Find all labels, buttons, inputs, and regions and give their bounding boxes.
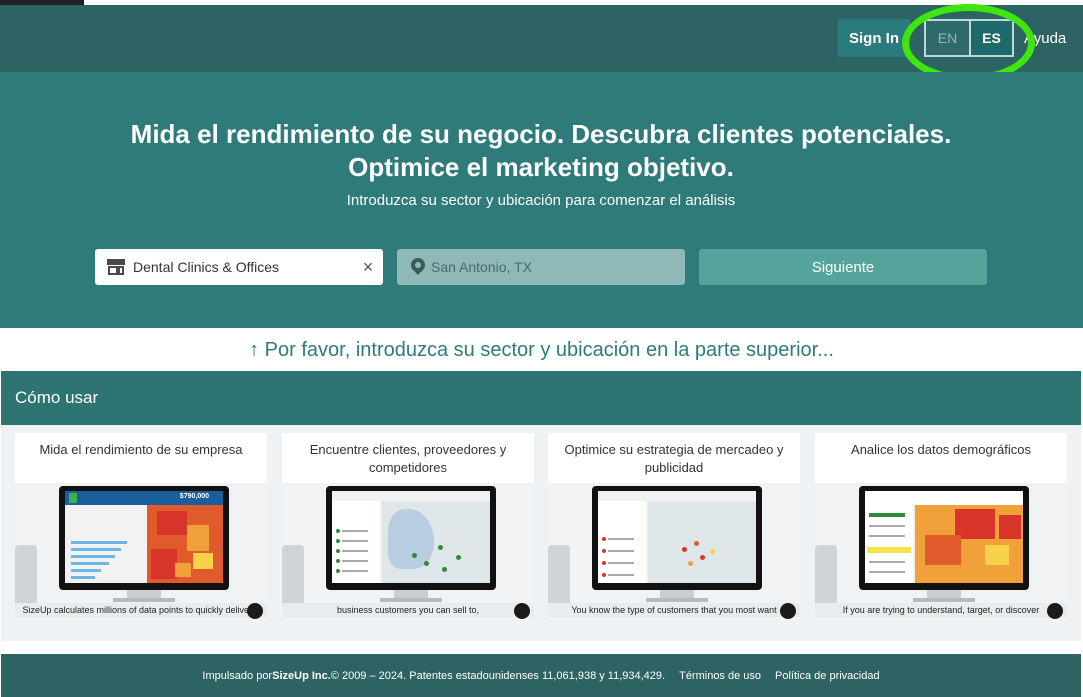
card-video-thumbnail[interactable]: If you are trying to understand, target,…	[815, 483, 1067, 625]
card-title: Encuentre clientes, proveedores y compet…	[309, 442, 507, 475]
footer-copyright: © 2009 – 2024. Patentes estadounidenses …	[330, 669, 666, 682]
footer: Impulsado por SizeUp Inc. © 2009 – 2024.…	[1, 654, 1081, 697]
input-prompt: ↑ Por favor, introduzca su sector y ubic…	[249, 339, 834, 361]
card-video-thumbnail[interactable]: business customers you can sell to,	[282, 483, 534, 625]
card-video-thumbnail[interactable]: You know the type of customers that you …	[548, 483, 800, 625]
howto-card-optimize[interactable]: Optimice su estrategia de mercadeo y pub…	[548, 433, 800, 625]
privacy-link[interactable]: Política de privacidad	[775, 670, 880, 682]
industry-field[interactable]: Dental Clinics & Offices ×	[95, 249, 383, 285]
screen-preview	[598, 491, 756, 583]
close-icon[interactable]: ×	[353, 257, 383, 278]
location-input[interactable]	[431, 259, 685, 275]
help-link[interactable]: Ayuda	[1024, 30, 1066, 47]
footer-powered-prefix: Impulsado por	[202, 669, 273, 682]
howto-card-measure[interactable]: Mida el rendimiento de su empresa $790,0…	[15, 433, 267, 625]
video-caption: If you are trying to understand, target,…	[815, 603, 1067, 617]
howto-card-find[interactable]: Encuentre clientes, proveedores y compet…	[282, 433, 534, 625]
top-navigation-bar	[0, 5, 1083, 72]
next-button[interactable]: Siguiente	[699, 249, 987, 285]
video-caption: business customers you can sell to,	[282, 603, 534, 617]
plant-decoration	[282, 545, 304, 609]
screen-price: $790,000	[179, 493, 209, 500]
screen-preview: $790,000	[65, 491, 223, 583]
store-icon	[107, 259, 125, 275]
industry-value: Dental Clinics & Offices	[133, 259, 280, 275]
lang-en-button[interactable]: EN	[926, 21, 969, 55]
language-toggle: EN ES	[924, 19, 1014, 57]
lang-es-button[interactable]: ES	[969, 21, 1012, 55]
hero-title: Mida el rendimiento de su negocio. Descu…	[91, 118, 991, 184]
mug-decoration	[247, 603, 263, 619]
plant-decoration	[815, 545, 837, 609]
location-pin-icon	[408, 255, 428, 276]
how-to-use-title: Cómo usar	[15, 388, 99, 407]
card-title: Analice los datos demográficos	[851, 442, 1031, 457]
card-title: Optimice su estrategia de mercadeo y pub…	[564, 442, 784, 475]
video-caption: You know the type of customers that you …	[548, 603, 800, 617]
hero-subtitle: Introduzca su sector y ubicación para co…	[346, 192, 736, 209]
card-title: Mida el rendimiento de su empresa	[39, 442, 243, 457]
mug-decoration	[514, 603, 530, 619]
screen-preview	[865, 491, 1023, 583]
mug-decoration	[1047, 603, 1063, 619]
page: Sign In EN ES Ayuda Mida el rendimiento …	[0, 0, 1083, 697]
mug-decoration	[780, 603, 796, 619]
card-video-thumbnail[interactable]: $790,000 SizeUp calculates millions of d…	[15, 483, 267, 625]
hero-title-line-2: Optimice el marketing objetivo.	[348, 152, 734, 182]
location-field[interactable]	[397, 249, 685, 285]
how-to-use-header: Cómo usar	[1, 371, 1081, 425]
howto-card-demographics[interactable]: Analice los datos demográficos If you ar…	[815, 433, 1067, 625]
plant-decoration	[548, 545, 570, 609]
sign-in-button[interactable]: Sign In	[838, 19, 910, 57]
footer-company-link[interactable]: SizeUp Inc.	[272, 670, 331, 682]
screen-preview	[332, 491, 490, 583]
video-caption: SizeUp calculates millions of data point…	[15, 603, 267, 617]
hero-title-line-1: Mida el rendimiento de su negocio. Descu…	[130, 119, 952, 149]
plant-decoration	[15, 545, 37, 609]
terms-link[interactable]: Términos de uso	[679, 670, 761, 682]
